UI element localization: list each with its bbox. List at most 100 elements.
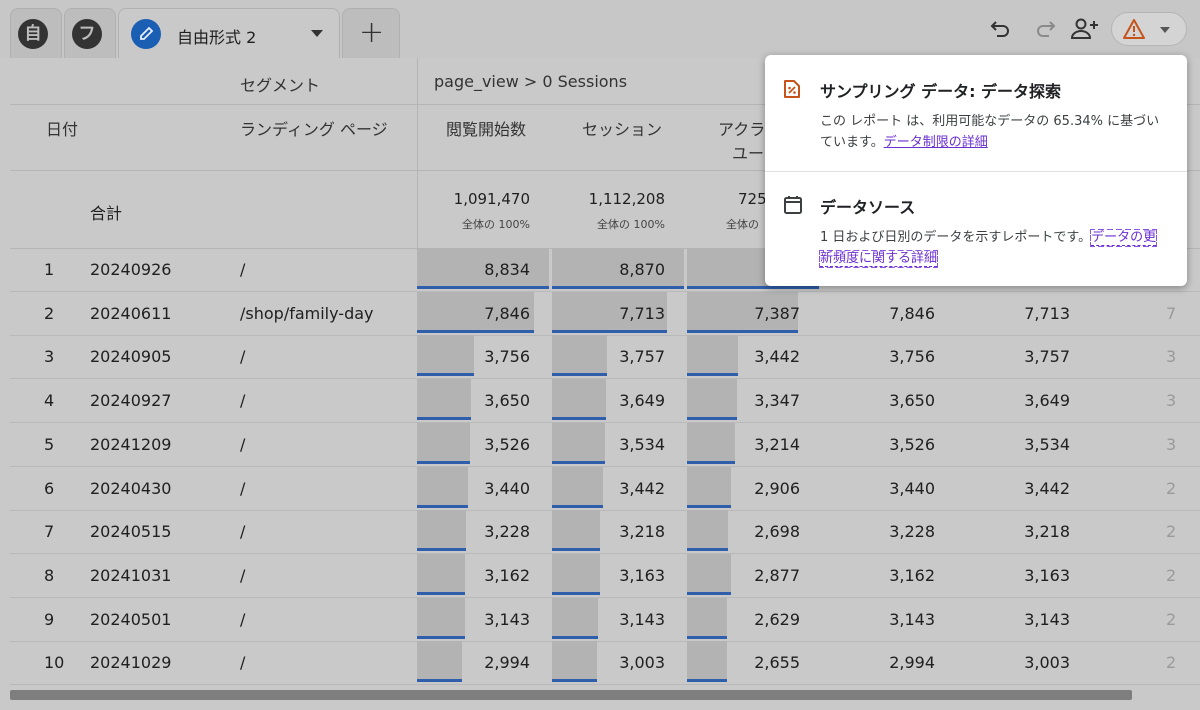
pencil-icon xyxy=(131,19,161,49)
row-date: 20240515 xyxy=(90,522,172,542)
row-col6: 3,218 xyxy=(1024,522,1070,542)
row-date: 20241209 xyxy=(90,434,172,454)
row-sessions: 3,163 xyxy=(619,565,665,585)
row-sessions: 3,143 xyxy=(619,609,665,629)
row-index: 5 xyxy=(44,434,55,454)
row-col5: 3,756 xyxy=(889,347,935,367)
sampling-title: サンプリング データ: データ探索 xyxy=(820,82,1062,101)
row-views: 8,834 xyxy=(484,260,530,279)
row-col7: 2 xyxy=(1166,522,1177,542)
col-active-users[interactable]: アクラ xyxy=(718,116,765,140)
row-col5: 7,846 xyxy=(889,303,935,323)
chevron-down-icon[interactable] xyxy=(311,30,323,37)
table-row[interactable]: 4 20240927 / 3,650 3,649 3,347 3,650 3,649 3 xyxy=(10,379,1200,424)
redo-icon[interactable] xyxy=(1032,16,1058,42)
col-views[interactable]: 閲覧開始数 xyxy=(446,116,526,140)
row-index: 4 xyxy=(44,391,55,411)
tab-1-badge: 自 xyxy=(18,19,48,49)
row-views: 3,162 xyxy=(484,565,530,585)
row-index: 6 xyxy=(44,478,55,498)
warning-icon xyxy=(1123,19,1145,39)
table-row[interactable]: 2 20240611/shop/family-day 7,846 7,713 7,387… xyxy=(10,291,1200,336)
row-views: 3,650 xyxy=(484,391,530,411)
add-tab-button[interactable]: + xyxy=(342,8,400,58)
table-row[interactable]: 8 20241031 / 3,162 3,163 2,877 3,162 3,163 2 xyxy=(10,553,1200,598)
row-col5: 3,162 xyxy=(889,565,935,585)
row-col5: 3,228 xyxy=(889,522,935,542)
row-col7: 2 xyxy=(1166,478,1177,498)
row-date: 20241031 xyxy=(90,565,172,585)
table-row[interactable]: 7 20240515 / 3,228 3,218 2,698 3,228 3,218 2 xyxy=(10,510,1200,555)
sampling-text: この レポート は、利用可能なデータの 65.34% に基づいています。 xyxy=(820,114,1160,150)
row-views: 3,440 xyxy=(484,478,530,498)
row-views: 7,846 xyxy=(484,303,530,323)
row-col6: 3,649 xyxy=(1024,391,1070,411)
row-landing-page: / xyxy=(240,522,246,542)
row-date: 20240430 xyxy=(90,478,172,498)
row-col5: 3,526 xyxy=(889,434,935,454)
row-col5: 3,143 xyxy=(889,609,935,629)
sampling-body: この レポート は、利用可能なデータの 65.34% に基づいています。データ制… xyxy=(820,111,1165,153)
row-index: 8 xyxy=(44,565,55,585)
row-sessions: 8,870 xyxy=(619,260,665,279)
sampling-icon xyxy=(784,80,800,98)
table-row[interactable]: 10 20241029 / 2,994 3,003 2,655 2,994 3,003 2 xyxy=(10,641,1200,686)
row-landing-page: / xyxy=(240,609,246,629)
calendar-icon xyxy=(784,196,802,214)
segment-name: page_view > 0 Sessions xyxy=(434,72,628,91)
col-sessions[interactable]: セッション xyxy=(582,116,662,140)
row-col7: 7 xyxy=(1166,303,1177,323)
row-landing-page: / xyxy=(240,347,246,367)
tab-freeform-2[interactable]: 自由形式 2 xyxy=(118,8,340,58)
tab-2[interactable]: フ xyxy=(64,8,116,58)
row-date: 20240501 xyxy=(90,609,172,629)
row-col7: 3 xyxy=(1166,391,1177,411)
row-active-users: 3,442 xyxy=(754,347,800,367)
plus-icon: + xyxy=(359,15,385,50)
sampling-info-popup: サンプリング データ: データ探索 この レポート は、利用可能なデータの 65… xyxy=(765,55,1187,286)
row-active-users: 2,877 xyxy=(754,565,800,585)
row-index: 7 xyxy=(44,522,55,542)
table-row[interactable]: 6 20240430 / 3,440 3,442 2,906 3,440 3,442 2 xyxy=(10,466,1200,511)
row-col7: 3 xyxy=(1166,434,1177,454)
row-active-users: 3,214 xyxy=(754,434,800,454)
row-landing-page: / xyxy=(240,653,246,673)
undo-icon[interactable] xyxy=(988,16,1014,42)
row-col6: 3,534 xyxy=(1024,434,1070,454)
tab-1[interactable]: 自 xyxy=(10,8,62,58)
row-views: 3,526 xyxy=(484,434,530,454)
row-sessions: 3,003 xyxy=(619,653,665,673)
row-views: 3,756 xyxy=(484,347,530,367)
row-col6: 3,143 xyxy=(1024,609,1070,629)
row-active-users: 7,387 xyxy=(754,303,800,323)
row-col5: 3,650 xyxy=(889,391,935,411)
sampling-warning-button[interactable] xyxy=(1111,12,1187,46)
row-col6: 3,163 xyxy=(1024,565,1070,585)
row-sessions: 3,218 xyxy=(619,522,665,542)
row-sessions: 3,757 xyxy=(619,347,665,367)
row-sessions: 3,649 xyxy=(619,391,665,411)
share-user-icon[interactable] xyxy=(1070,16,1102,42)
horizontal-scrollbar[interactable] xyxy=(10,690,1132,700)
row-landing-page: / xyxy=(240,478,246,498)
row-active-users: 2,629 xyxy=(754,609,800,629)
row-landing-page: / xyxy=(240,565,246,585)
row-index: 10 xyxy=(44,653,65,673)
col-date[interactable]: 日付 xyxy=(46,116,78,140)
tab-label: 自由形式 2 xyxy=(177,28,257,47)
data-source-text: 1 日および日別のデータを示すレポートです。 xyxy=(820,230,1092,245)
row-active-users: 2,906 xyxy=(754,478,800,498)
row-views: 2,994 xyxy=(484,653,530,673)
row-landing-page: / xyxy=(240,434,246,454)
row-landing-page: / xyxy=(240,391,246,411)
total-active-share: 全体の xyxy=(726,218,759,231)
col-landing-page[interactable]: ランディング ページ xyxy=(240,116,388,140)
data-limits-link[interactable]: データ制限の詳細 xyxy=(884,135,988,150)
total-views: 1,091,470 xyxy=(453,190,530,208)
top-bar: 自 フ 自由形式 2 + xyxy=(0,0,1200,58)
row-index: 2 xyxy=(44,303,55,323)
table-row[interactable]: 5 20241209 / 3,526 3,534 3,214 3,526 3,534 3 xyxy=(10,422,1200,467)
row-col5: 2,994 xyxy=(889,653,935,673)
table-row[interactable]: 9 20240501 / 3,143 3,143 2,629 3,143 3,143 2 xyxy=(10,597,1200,642)
table-row[interactable]: 3 20240905 / 3,756 3,757 3,442 3,756 3,757 3 xyxy=(10,335,1200,380)
